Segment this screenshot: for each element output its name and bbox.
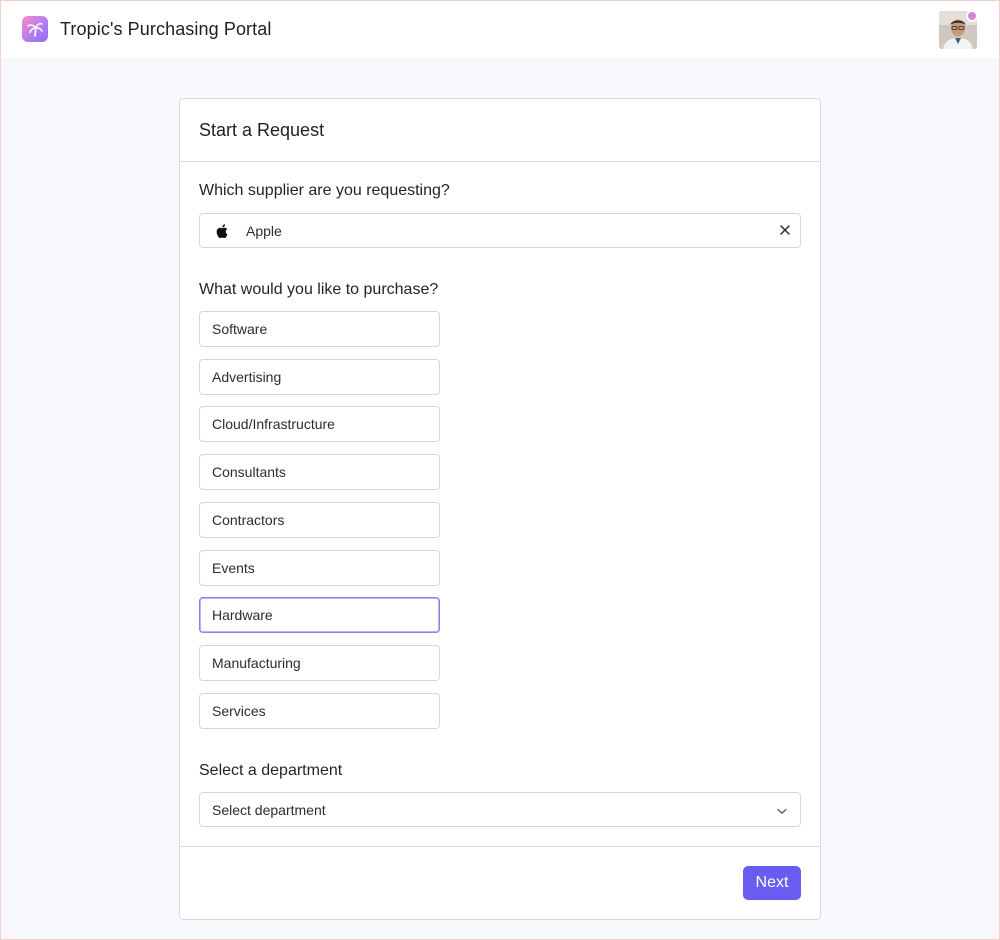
purchase-label: What would you like to purchase? xyxy=(199,281,439,298)
option-cloud-infrastructure[interactable]: Cloud/Infrastructure xyxy=(199,406,440,442)
option-label: Consultants xyxy=(212,464,286,480)
status-badge xyxy=(966,10,978,22)
option-label: Cloud/Infrastructure xyxy=(212,416,335,432)
department-placeholder: Select department xyxy=(212,801,326,818)
card-footer: Next xyxy=(180,846,820,919)
option-hardware[interactable]: Hardware xyxy=(199,597,440,633)
card-header: Start a Request xyxy=(180,99,820,162)
supplier-label: Which supplier are you requesting? xyxy=(199,182,450,199)
option-label: Advertising xyxy=(212,369,282,385)
option-label: Contractors xyxy=(212,512,285,528)
option-software[interactable]: Software xyxy=(199,311,440,347)
option-label: Manufacturing xyxy=(212,655,301,671)
department-select[interactable]: Select department xyxy=(199,792,801,827)
option-label: Software xyxy=(212,321,268,337)
option-label: Hardware xyxy=(212,607,273,623)
supplier-value: Apple xyxy=(246,222,282,239)
apple-icon xyxy=(216,223,230,239)
option-manufacturing[interactable]: Manufacturing xyxy=(199,645,440,681)
option-services[interactable]: Services xyxy=(199,693,440,729)
close-icon[interactable] xyxy=(778,223,792,237)
top-bar: Tropic's Purchasing Portal xyxy=(0,0,1000,58)
option-advertising[interactable]: Advertising xyxy=(199,359,440,395)
chevron-down-icon xyxy=(776,804,788,816)
option-contractors[interactable]: Contractors xyxy=(199,502,440,538)
supplier-field[interactable]: Apple xyxy=(199,213,801,248)
next-button[interactable]: Next xyxy=(743,866,801,900)
option-label: Services xyxy=(212,703,266,719)
department-label: Select a department xyxy=(199,762,343,779)
option-consultants[interactable]: Consultants xyxy=(199,454,440,490)
app-title: Tropic's Purchasing Portal xyxy=(60,18,272,39)
option-label: Events xyxy=(212,560,255,576)
palm-logo-icon[interactable] xyxy=(22,16,48,42)
option-events[interactable]: Events xyxy=(199,550,440,586)
request-card: Start a Request Which supplier are you r… xyxy=(179,98,821,920)
page-title: Start a Request xyxy=(199,119,325,140)
